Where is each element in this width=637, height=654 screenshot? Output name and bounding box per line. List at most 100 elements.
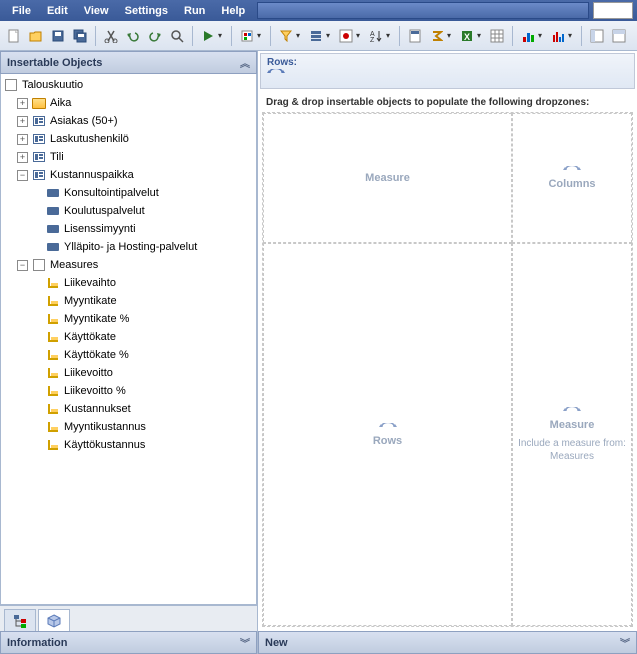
toolbar-sep	[95, 26, 96, 46]
chevron-down-icon[interactable]: ▾	[568, 31, 576, 40]
expand-toggle[interactable]: +	[17, 116, 28, 127]
suppress-dropdown[interactable]: ▾	[306, 26, 334, 46]
undo-icon[interactable]	[123, 26, 143, 46]
tree-item[interactable]: + Tili	[1, 148, 256, 166]
rows-bar[interactable]: Rows:	[260, 53, 635, 89]
tree-item[interactable]: Liikevaihto	[1, 274, 256, 292]
sort-dropdown[interactable]: AZ ▾	[366, 26, 394, 46]
dropzone-columns[interactable]: Columns	[512, 113, 632, 243]
layout-icon[interactable]	[587, 26, 607, 46]
insert-dropdown[interactable]: ▾	[237, 26, 265, 46]
dropzone-sublabel: Include a measure from: Measures	[513, 437, 631, 463]
sigma-icon[interactable]	[427, 26, 447, 46]
expand-toggle[interactable]: +	[17, 134, 28, 145]
menu-help[interactable]: Help	[213, 3, 253, 19]
tab-tree[interactable]	[4, 609, 36, 631]
suppress-icon[interactable]	[306, 26, 326, 46]
tree-item[interactable]: Liikevoitto %	[1, 382, 256, 400]
tree-item[interactable]: Kustannukset	[1, 400, 256, 418]
search-icon[interactable]	[167, 26, 187, 46]
filter-icon[interactable]	[276, 26, 296, 46]
menu-file[interactable]: File	[4, 3, 39, 19]
tree-root-label[interactable]: Talouskuutio	[22, 79, 83, 91]
folder-icon	[31, 96, 47, 110]
excel-icon[interactable]: X	[457, 26, 477, 46]
tree-item[interactable]: Konsultointipalvelut	[1, 184, 256, 202]
topbottom-dropdown[interactable]: ▾	[336, 26, 364, 46]
tree-item[interactable]: +Laskutushenkilö	[1, 130, 256, 148]
chevron-down-icon[interactable]: ▾	[296, 31, 304, 40]
collapse-toggle[interactable]: −	[17, 170, 28, 181]
new-icon[interactable]	[4, 26, 24, 46]
tree-item[interactable]: Liikevoitto	[1, 364, 256, 382]
excel-dropdown[interactable]: X ▾	[457, 26, 485, 46]
tree-item[interactable]: +Asiakas (50+)	[1, 112, 256, 130]
collapse-toggle[interactable]: −	[17, 260, 28, 271]
insertable-objects-header[interactable]: Insertable Objects ︽	[0, 51, 257, 74]
swap-icon[interactable]	[267, 69, 628, 79]
save-icon[interactable]	[48, 26, 68, 46]
chart-icon[interactable]	[548, 26, 568, 46]
run-dropdown[interactable]: ▾	[198, 26, 226, 46]
chevron-down-icon[interactable]: ▾	[447, 31, 455, 40]
redo-icon[interactable]	[145, 26, 165, 46]
menu-edit[interactable]: Edit	[39, 3, 76, 19]
calc-icon[interactable]	[405, 26, 425, 46]
chart1-dropdown[interactable]: ▾	[518, 26, 546, 46]
grid-icon[interactable]	[487, 26, 507, 46]
dropzone-measure-right[interactable]: Measure Include a measure from: Measures	[512, 243, 632, 626]
menu-view[interactable]: View	[76, 3, 117, 19]
information-header[interactable]: Information ︾	[0, 631, 257, 654]
tree-item[interactable]: − Measures	[1, 256, 256, 274]
new-header[interactable]: New ︾	[258, 631, 637, 654]
expand-toggle[interactable]: +	[17, 98, 28, 109]
tree-item[interactable]: Käyttökustannus	[1, 436, 256, 454]
tree-item[interactable]: −Kustannuspaikka	[1, 166, 256, 184]
right-pane: Rows: Drag & drop insertable objects to …	[258, 51, 637, 654]
open-icon[interactable]	[26, 26, 46, 46]
tree-item[interactable]: +Aika	[1, 94, 256, 112]
tree-item[interactable]: Ylläpito- ja Hosting-palvelut	[1, 238, 256, 256]
sigma-dropdown[interactable]: ▾	[427, 26, 455, 46]
chevron-down-icon[interactable]: ▾	[257, 31, 265, 40]
play-icon[interactable]	[198, 26, 218, 46]
expand-icon[interactable]: ︾	[240, 635, 250, 650]
insert-icon[interactable]	[237, 26, 257, 46]
chevron-down-icon[interactable]: ▾	[218, 31, 226, 40]
topbottom-icon[interactable]	[336, 26, 356, 46]
tree-item-label: Measures	[50, 259, 98, 271]
save-all-icon[interactable]	[70, 26, 90, 46]
chevron-down-icon[interactable]: ▾	[386, 31, 394, 40]
dimension-icon	[31, 150, 47, 164]
menu-settings[interactable]: Settings	[117, 3, 176, 19]
expand-icon[interactable]: ︾	[620, 635, 630, 650]
object-tree: Talouskuutio +Aika+Asiakas (50+)+Laskutu…	[0, 74, 257, 605]
sort-icon[interactable]: AZ	[366, 26, 386, 46]
tree-item-label: Tili	[50, 151, 64, 163]
chevron-down-icon[interactable]: ▾	[356, 31, 364, 40]
dropzone-rows[interactable]: Rows	[263, 243, 512, 626]
barchart-icon[interactable]	[518, 26, 538, 46]
tree-item[interactable]: Käyttökate	[1, 328, 256, 346]
collapse-icon[interactable]: ︽	[240, 55, 250, 70]
expand-toggle[interactable]: +	[17, 152, 28, 163]
layout2-icon[interactable]	[609, 26, 629, 46]
tree-item-label: Koulutuspalvelut	[64, 205, 145, 217]
tree-item[interactable]: Myyntikate %	[1, 310, 256, 328]
dimension-icon	[31, 168, 47, 182]
chevron-down-icon[interactable]: ▾	[477, 31, 485, 40]
tab-package[interactable]	[38, 609, 70, 631]
tree-item[interactable]: Koulutuspalvelut	[1, 202, 256, 220]
menu-run[interactable]: Run	[176, 3, 213, 19]
tree-item[interactable]: Myyntikate	[1, 292, 256, 310]
filter-dropdown[interactable]: ▾	[276, 26, 304, 46]
tree-item[interactable]: Myyntikustannus	[1, 418, 256, 436]
tree-item[interactable]: Käyttökate %	[1, 346, 256, 364]
menubar: File Edit View Settings Run Help	[0, 0, 637, 21]
cut-icon[interactable]	[101, 26, 121, 46]
chart2-dropdown[interactable]: ▾	[548, 26, 576, 46]
dropzone-measure-top[interactable]: Measure	[263, 113, 512, 243]
tree-item[interactable]: Lisenssimyynti	[1, 220, 256, 238]
chevron-down-icon[interactable]: ▾	[326, 31, 334, 40]
chevron-down-icon[interactable]: ▾	[538, 31, 546, 40]
